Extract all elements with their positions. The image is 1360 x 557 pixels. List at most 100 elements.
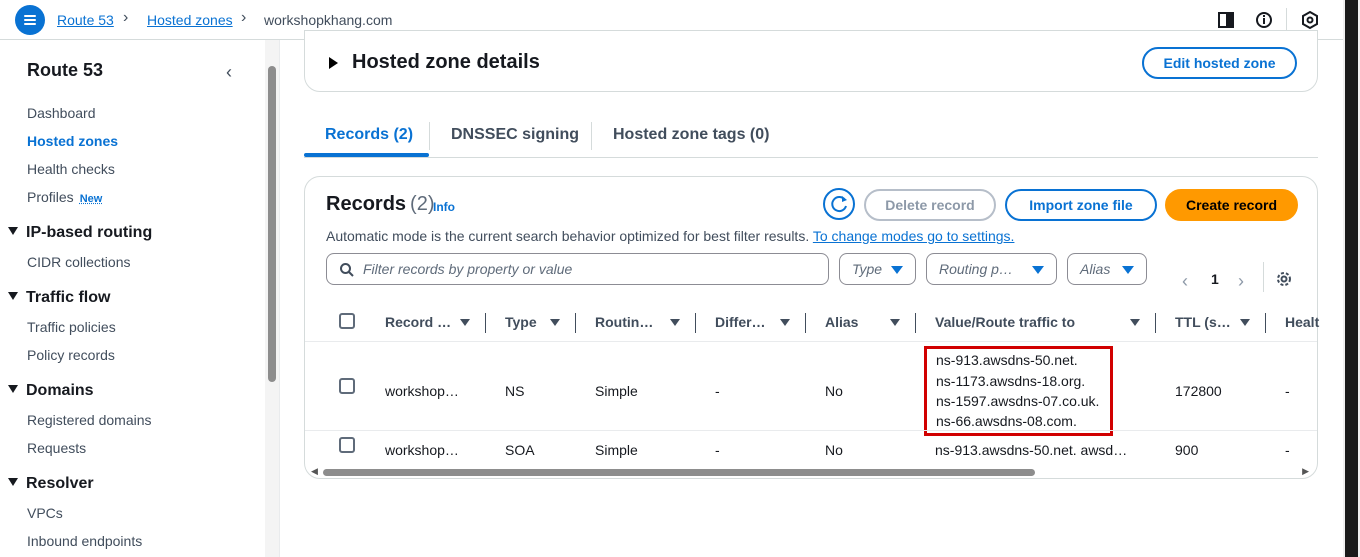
split-panel-icon[interactable] [1216, 10, 1236, 30]
hosted-zone-details-title[interactable]: Hosted zone details [352, 51, 540, 74]
sidebar-title: Route 53 [27, 60, 104, 80]
sidebar-section-resolver[interactable]: Resolver [8, 475, 94, 493]
menu-icon[interactable] [15, 5, 45, 35]
column-header-record-name[interactable]: Record … [385, 314, 451, 330]
column-header-ttl[interactable]: TTL (s… [1175, 314, 1231, 330]
caret-down-icon [8, 478, 18, 486]
table-horizontal-scrollbar[interactable] [323, 469, 1035, 476]
sidebar-section-title: Traffic flow [26, 289, 111, 306]
toolbar-divider [1286, 8, 1287, 32]
column-divider [805, 313, 806, 333]
column-divider [915, 313, 916, 333]
breadcrumb-hosted-zones[interactable]: Hosted zones [147, 11, 233, 29]
column-divider [485, 313, 486, 333]
sidebar-item-profiles[interactable]: Profiles New [27, 189, 102, 205]
search-mode-text: Automatic mode is the current search beh… [326, 228, 810, 244]
sidebar-item-vpcs[interactable]: VPCs [27, 505, 63, 521]
edit-hosted-zone-button[interactable]: Edit hosted zone [1142, 47, 1297, 79]
filter-records-input[interactable]: Filter records by property or value [326, 253, 829, 285]
row-checkbox[interactable] [339, 437, 355, 453]
caret-down-icon [8, 227, 18, 235]
ns-value-line: ns-66.awsdns-08.com. [936, 413, 1077, 429]
sidebar-item-traffic-policies[interactable]: Traffic policies [27, 319, 116, 335]
sidebar-section-traffic-flow[interactable]: Traffic flow [8, 289, 110, 307]
hosted-zone-details-panel: Hosted zone details Edit hosted zone [304, 30, 1318, 92]
settings-gear-icon[interactable] [1275, 270, 1293, 288]
tab-bar: Records (2) DNSSEC signing Hosted zone t… [304, 118, 1318, 158]
tab-divider [429, 122, 430, 150]
sort-caret-icon[interactable] [460, 319, 470, 326]
create-record-button[interactable]: Create record [1165, 189, 1298, 221]
sidebar-item-health-checks[interactable]: Health checks [27, 161, 115, 177]
column-header-differentiator[interactable]: Differ… [715, 314, 766, 330]
caret-down-icon [8, 292, 18, 300]
pager-divider [1263, 262, 1264, 292]
import-zone-file-button[interactable]: Import zone file [1005, 189, 1157, 221]
sidebar-item-dashboard[interactable]: Dashboard [27, 105, 96, 121]
sort-caret-icon[interactable] [670, 319, 680, 326]
sidebar-item-registered-domains[interactable]: Registered domains [27, 412, 152, 428]
search-icon [340, 263, 354, 277]
sort-caret-icon[interactable] [1240, 319, 1250, 326]
type-filter-select[interactable]: Type [839, 253, 916, 285]
previous-page-icon[interactable]: ‹ [1182, 271, 1188, 292]
page-scrollbar[interactable] [1345, 0, 1358, 557]
row-checkbox[interactable] [339, 378, 355, 394]
scroll-left-icon[interactable]: ◀ [311, 466, 318, 477]
tab-hosted-zone-tags[interactable]: Hosted zone tags (0) [613, 126, 769, 144]
routing-policy-cell: Simple [595, 442, 638, 458]
record-name-cell[interactable]: workshop… [385, 383, 459, 399]
records-panel: Records (2) Info Delete record Import zon… [304, 176, 1319, 479]
column-header-routing[interactable]: Routin… [595, 314, 653, 330]
collapse-sidebar-icon[interactable]: ‹ [226, 62, 232, 83]
select-all-checkbox[interactable] [339, 313, 355, 329]
alias-filter-select[interactable]: Alias [1067, 253, 1147, 285]
sidebar-scrollbar[interactable] [268, 66, 276, 382]
column-header-value[interactable]: Value/Route traffic to [935, 314, 1075, 330]
column-divider [575, 313, 576, 333]
sidebar-item-policy-records[interactable]: Policy records [27, 347, 115, 363]
column-header-type[interactable]: Type [505, 314, 537, 330]
chevron-right-icon: › [241, 9, 247, 26]
next-page-icon[interactable]: › [1238, 271, 1244, 292]
sort-caret-icon[interactable] [780, 319, 790, 326]
sort-caret-icon[interactable] [550, 319, 560, 326]
breadcrumb-route53[interactable]: Route 53 [57, 11, 114, 29]
caret-down-icon [1122, 266, 1134, 274]
sidebar-item-inbound-endpoints[interactable]: Inbound endpoints [27, 533, 142, 549]
record-type-cell: SOA [505, 442, 535, 458]
tab-divider [591, 122, 592, 150]
select-label: Alias [1080, 261, 1111, 277]
info-link[interactable]: Info [433, 200, 455, 214]
info-icon[interactable] [1254, 10, 1274, 30]
change-modes-link[interactable]: To change modes go to settings. [813, 228, 1015, 244]
column-divider [1265, 313, 1266, 333]
column-divider [1155, 313, 1156, 333]
settings-gear-icon[interactable] [1300, 10, 1320, 30]
tab-dnssec-signing[interactable]: DNSSEC signing [451, 126, 579, 144]
record-name-cell[interactable]: workshop… [385, 442, 459, 458]
records-count: (2) [410, 193, 435, 215]
sidebar-item-hosted-zones[interactable]: Hosted zones [27, 133, 118, 149]
sort-caret-icon[interactable] [1130, 319, 1140, 326]
select-label: Routing p… [939, 261, 1013, 277]
sort-caret-icon[interactable] [890, 319, 900, 326]
differentiator-cell: - [715, 383, 720, 399]
current-page-number[interactable]: 1 [1211, 271, 1219, 287]
sidebar-section-domains[interactable]: Domains [8, 382, 94, 400]
scroll-right-icon[interactable]: ▶ [1302, 466, 1309, 477]
column-header-health[interactable]: Healt [1285, 314, 1319, 330]
tab-records[interactable]: Records (2) [325, 126, 413, 144]
sidebar-item-cidr-collections[interactable]: CIDR collections [27, 254, 130, 270]
ns-value-line: ns-1173.awsdns-18.org. [936, 373, 1086, 389]
sidebar-section-ip-routing[interactable]: IP-based routing [8, 224, 152, 242]
sidebar-item-requests[interactable]: Requests [27, 440, 86, 456]
health-check-cell: - [1285, 442, 1290, 458]
active-tab-indicator [304, 153, 429, 157]
column-header-alias[interactable]: Alias [825, 314, 858, 330]
expand-triangle-icon[interactable] [329, 57, 338, 69]
routing-policy-filter-select[interactable]: Routing p… [926, 253, 1057, 285]
delete-record-button[interactable]: Delete record [864, 189, 996, 221]
refresh-icon[interactable] [823, 188, 855, 220]
search-mode-description: Automatic mode is the current search beh… [326, 228, 1014, 244]
